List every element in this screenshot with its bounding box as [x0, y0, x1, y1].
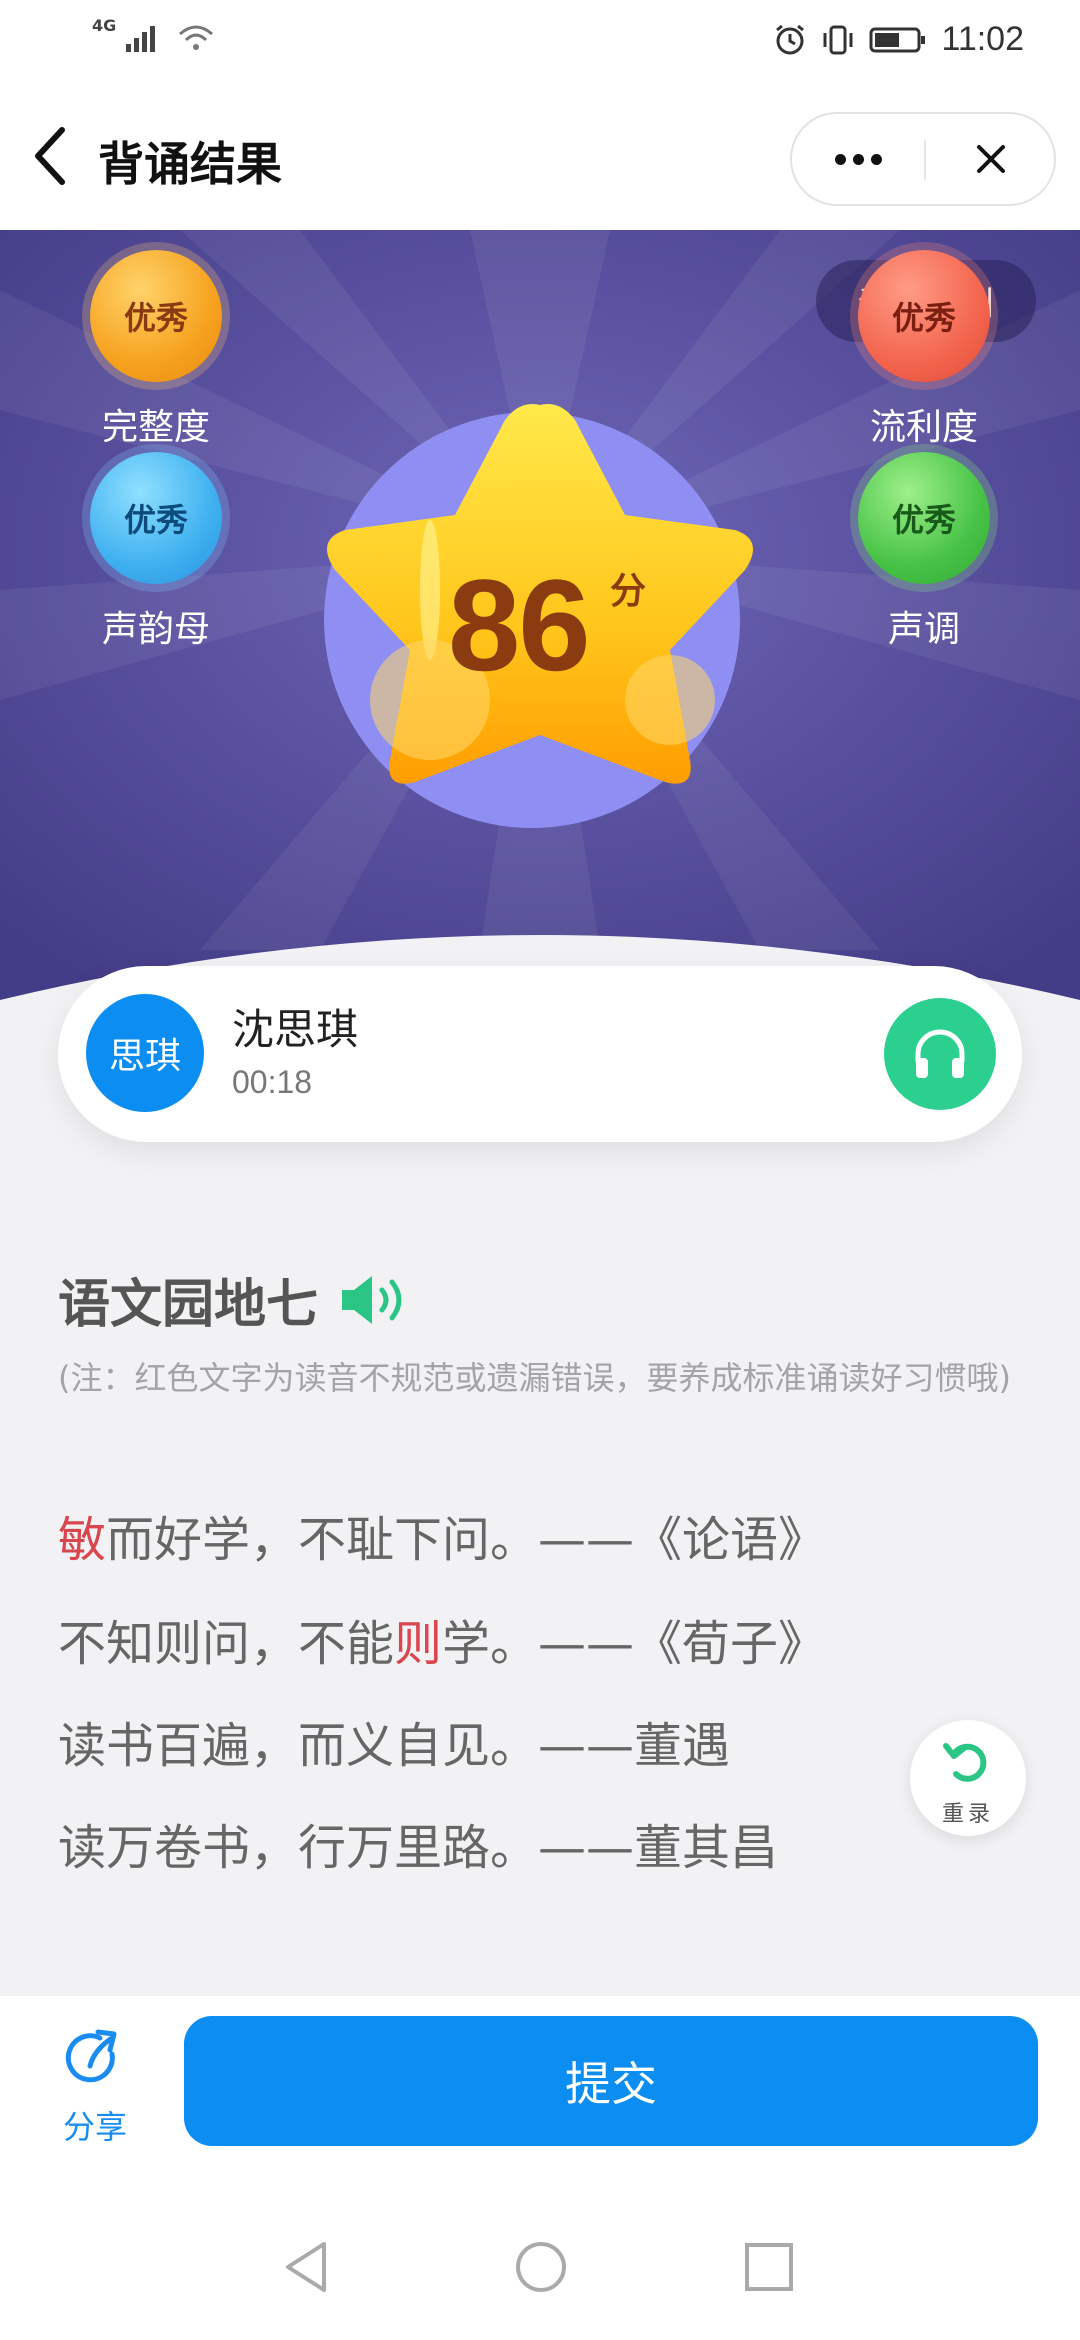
close-button[interactable] — [926, 114, 1056, 204]
lesson-title-row: 语文园地七 — [58, 1262, 418, 1337]
lesson-title: 语文园地七 — [58, 1275, 319, 1335]
metric-fluency: 优秀 流利度 — [824, 250, 1024, 450]
headphones-icon — [915, 1029, 965, 1078]
nav-back-icon[interactable] — [272, 2232, 342, 2302]
re-record-label: 重录 — [941, 1802, 994, 1827]
error-note: (注：红色文字为读音不规范或遗漏错误，要养成标准诵读好习惯哦) — [58, 1359, 1011, 1397]
network-type: 4G — [92, 15, 117, 35]
vibrate-icon — [823, 25, 853, 54]
share-icon — [65, 2029, 117, 2083]
status-bar: 4G 11:02 — [0, 0, 1080, 84]
battery-icon — [869, 27, 926, 52]
play-recording-button[interactable] — [884, 998, 996, 1110]
speaker-icon[interactable] — [338, 1270, 418, 1330]
miniapp-capsule — [790, 112, 1056, 206]
avatar: 思琪 — [86, 994, 204, 1112]
nav-recents-icon[interactable] — [734, 2232, 804, 2302]
metric-completeness: 优秀 完整度 — [56, 250, 256, 450]
user-name: 沈思琪 — [232, 1005, 359, 1054]
more-icon — [834, 153, 846, 165]
poem-line: 读万卷书，行万里路。——董其昌 — [58, 1820, 779, 1876]
grade-badge: 优秀 — [858, 250, 990, 382]
back-icon[interactable] — [28, 124, 72, 188]
metric-label: 声韵母 — [101, 609, 210, 650]
status-right: 11:02 — [773, 20, 1024, 59]
nav-home-icon[interactable] — [506, 2232, 576, 2302]
poem-line: 不知则问，不能则学。——《荀子》 — [58, 1616, 827, 1672]
page-title: 背诵结果 — [98, 137, 282, 191]
submit-button[interactable]: 提交 — [184, 2016, 1038, 2146]
signal-icon — [126, 26, 156, 52]
error-char: 敏 — [58, 1512, 107, 1568]
share-button[interactable]: 分享 — [40, 2024, 150, 2148]
metric-label: 声调 — [887, 609, 960, 650]
recording-duration: 00:18 — [232, 1064, 313, 1100]
metric-initials-finals: 优秀 声韵母 — [56, 452, 256, 652]
score-unit: 分 — [610, 571, 647, 612]
action-footer: 分享 提交 — [0, 1996, 1080, 2196]
grade-badge: 优秀 — [858, 452, 990, 584]
score-value: 86 — [448, 552, 591, 698]
alarm-icon — [776, 24, 805, 54]
grade-badge: 优秀 — [90, 250, 222, 382]
clock: 11:02 — [941, 20, 1024, 58]
re-record-button[interactable]: 重录 — [910, 1720, 1026, 1836]
nav-header: 背诵结果 — [0, 84, 1080, 230]
grade-badge: 优秀 — [90, 452, 222, 584]
status-left: 4G — [92, 16, 216, 52]
poem-line: 读书百遍，而义自见。——董遇 — [58, 1718, 731, 1774]
system-navbar — [0, 2196, 1080, 2340]
user-recording-card: 思琪 沈思琪 00:18 — [58, 966, 1022, 1142]
refresh-icon — [943, 1743, 987, 1782]
metric-tones: 优秀 声调 — [824, 452, 1024, 652]
share-label: 分享 — [62, 2108, 127, 2146]
close-icon — [977, 145, 1005, 173]
wifi-icon — [179, 25, 214, 50]
total-score: 86 分 — [440, 550, 700, 700]
poem-line: 敏而好学，不耻下问。——《论语》 — [58, 1512, 827, 1568]
error-char: 则 — [394, 1616, 443, 1672]
more-button[interactable] — [792, 114, 924, 204]
metric-label: 流利度 — [869, 407, 978, 448]
score-hero: 评分规则 优秀 完整度 优秀 流利度 优秀 声韵母 优秀 声调 86 分 — [0, 230, 1080, 1030]
metric-label: 完整度 — [101, 407, 210, 448]
